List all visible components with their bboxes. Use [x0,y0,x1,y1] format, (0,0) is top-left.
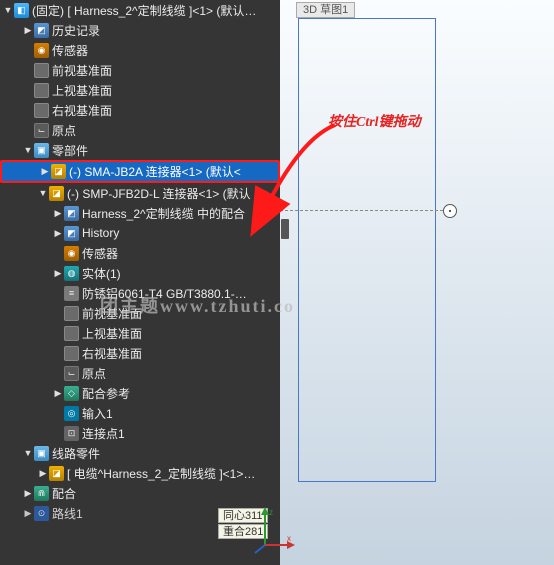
right-plane2-node[interactable]: 右视基准面 [0,343,280,363]
plane-icon [34,63,49,78]
material-node[interactable]: ≡防锈铝6061-T4 GB/T3880.1-… [0,283,280,303]
mate-ref-icon: ◇ [64,386,79,401]
top-plane2-node[interactable]: 上视基准面 [0,323,280,343]
route-parts-folder[interactable]: ▣线路零件 [0,443,280,463]
sensor-node[interactable]: ◉传感器 [0,40,280,60]
history-icon: ◩ [64,226,79,241]
front-plane-node[interactable]: 前视基准面 [0,60,280,80]
solid-node[interactable]: ◍实体(1) [0,263,280,283]
cable-node[interactable]: ◪[ 电缆^Harness_2_定制线缆 ]<1>… [0,463,280,483]
origin-icon: ⌙ [64,366,79,381]
sketch-bounding-box [298,18,436,482]
right-plane-node[interactable]: 右视基准面 [0,100,280,120]
route-icon: ⊙ [34,506,49,521]
harness-cfg-node[interactable]: ◩Harness_2^定制线缆 中的配合 [0,203,280,223]
expand-icon[interactable] [37,188,49,198]
splitter-handle[interactable] [281,219,289,239]
part-icon: ◪ [51,164,66,179]
part-icon: ◪ [49,466,64,481]
origin-node[interactable]: ⌙原点 [0,120,280,140]
expand-icon[interactable] [52,228,64,239]
conn-pt-node[interactable]: ⊡连接点1 [0,423,280,443]
root-label: (固定) [ Harness_2^定制线缆 ]<1> (默认… [32,2,256,19]
material-icon: ≡ [64,286,79,301]
expand-icon[interactable] [22,488,34,499]
expand-icon[interactable] [52,388,64,399]
sketch-tab[interactable]: 3D 草图1 [296,2,355,18]
history-icon: ◩ [34,23,49,38]
sma-connector-node[interactable]: ◪(-) SMA-JB2A 连接器<1> (默认< [0,160,280,183]
history-en-node[interactable]: ◩History [0,223,280,243]
input1-node[interactable]: ◎输入1 [0,403,280,423]
origin2-node[interactable]: ⌙原点 [0,363,280,383]
plane-icon [64,306,79,321]
feature-tree-panel: ◧ (固定) [ Harness_2^定制线缆 ]<1> (默认… ◩历史记录 … [0,0,280,565]
expand-icon[interactable] [37,468,49,479]
expand-icon[interactable] [52,208,64,219]
expand-icon[interactable] [22,508,34,519]
components-folder[interactable]: ▣零部件 [0,140,280,160]
expand-icon[interactable] [22,145,34,155]
folder-icon: ▣ [34,446,49,461]
svg-text:x: x [287,534,291,543]
smp-connector-node[interactable]: ◪(-) SMP-JFB2D-L 连接器<1> (默认 [0,183,280,203]
mate-ref-node[interactable]: ◇配合参考 [0,383,280,403]
folder-icon: ▣ [34,143,49,158]
mates-folder[interactable]: ⋒配合 [0,483,280,503]
annotation-arrow [253,120,343,220]
plane-icon [64,326,79,341]
origin-icon: ⌙ [34,123,49,138]
reference-point[interactable] [443,204,457,218]
expand-icon[interactable] [22,25,34,36]
conn-icon: ⊡ [64,426,79,441]
svg-text:z: z [269,508,273,517]
front-plane2-node[interactable]: 前视基准面 [0,303,280,323]
coordinate-triad: z x [251,505,295,555]
config-icon: ◩ [64,206,79,221]
sensor-icon: ◉ [34,43,49,58]
sensor-icon: ◉ [64,246,79,261]
root-node[interactable]: ◧ (固定) [ Harness_2^定制线缆 ]<1> (默认… [0,0,280,20]
mates-icon: ⋒ [34,486,49,501]
input-icon: ◎ [64,406,79,421]
assembly-icon: ◧ [14,3,29,18]
top-plane-node[interactable]: 上视基准面 [0,80,280,100]
part-icon: ◪ [49,186,64,201]
expand-icon[interactable] [22,448,34,458]
expand-icon[interactable] [39,166,51,177]
history-node[interactable]: ◩历史记录 [0,20,280,40]
solid-icon: ◍ [64,266,79,281]
plane-icon [34,103,49,118]
expand-icon[interactable] [2,5,14,15]
expand-icon[interactable] [52,268,64,279]
sensor2-node[interactable]: ◉传感器 [0,243,280,263]
plane-icon [64,346,79,361]
plane-icon [34,83,49,98]
